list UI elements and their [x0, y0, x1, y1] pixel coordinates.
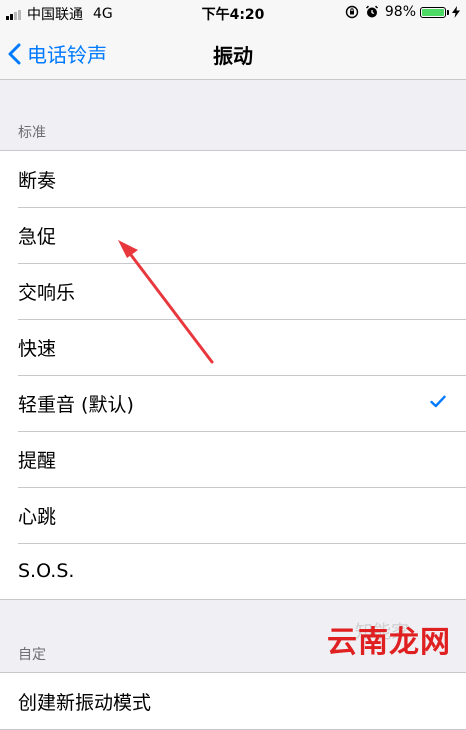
- option-label: 急促: [18, 225, 57, 248]
- option-label: 交响乐: [18, 281, 76, 304]
- create-new-vibration-button[interactable]: 创建新振动模式: [0, 673, 466, 729]
- option-label: 轻重音 (默认): [18, 393, 134, 416]
- option-label: 提醒: [18, 449, 57, 472]
- vibration-option-rapid[interactable]: 急促: [0, 207, 466, 263]
- section-header-standard: 标准: [18, 125, 46, 141]
- vibration-option-symphony[interactable]: 交响乐: [0, 263, 466, 319]
- battery-cap: [447, 9, 449, 15]
- vibration-option-staccato[interactable]: 断奏: [0, 151, 466, 207]
- navigation-bar: 电话铃声 振动: [0, 26, 466, 80]
- option-label: 断奏: [18, 169, 57, 192]
- option-label: 快速: [18, 337, 57, 360]
- vibration-option-accent-default[interactable]: 轻重音 (默认): [0, 375, 466, 431]
- vibration-list-custom: 创建新振动模式: [0, 672, 466, 730]
- option-label: 创建新振动模式: [18, 691, 152, 714]
- vibration-option-sos[interactable]: S.O.S.: [0, 543, 466, 599]
- rotation-lock-icon: [345, 5, 359, 19]
- option-label: 心跳: [18, 505, 57, 528]
- status-right: 98%: [345, 4, 460, 20]
- section-header-custom: 自定: [18, 647, 46, 663]
- watermark-logo: 云南龙网: [327, 625, 451, 660]
- option-label: S.O.S.: [18, 560, 75, 582]
- vibration-option-quick[interactable]: 快速: [0, 319, 466, 375]
- checkmark-icon: [430, 395, 446, 408]
- battery-level: [422, 8, 444, 16]
- vibration-list-standard: 断奏 急促 交响乐 快速 轻重音 (默认) 提醒 心跳 S.O.S.: [0, 150, 466, 600]
- vibration-option-heartbeat[interactable]: 心跳: [0, 487, 466, 543]
- battery-percent: 98%: [384, 4, 416, 20]
- page-title: 振动: [213, 44, 253, 68]
- charging-icon: [452, 6, 460, 18]
- status-bar: 中国联通 4G 下午4:20 98%: [0, 0, 466, 26]
- vibration-option-alert[interactable]: 提醒: [0, 431, 466, 487]
- alarm-icon: [365, 5, 379, 19]
- battery-icon: [420, 6, 446, 18]
